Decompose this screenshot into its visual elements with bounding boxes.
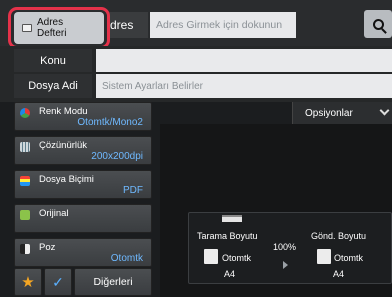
file-name-label: Dosya Adi [14,74,92,98]
send-size-mode: Otomtk [334,253,364,263]
subject-input[interactable] [96,49,392,73]
ratio-label: 100% [273,242,297,252]
address-book-label: Adres Defteri [37,17,67,39]
scan-size-mode: Otomtk [222,253,252,263]
file-name-input[interactable]: Sistem Ayarları Belirler [96,74,392,98]
resolution-button[interactable]: Çözünürlük 200x200dpi [14,136,152,165]
check-icon: ✓ [52,274,64,290]
star-icon: ★ [21,273,35,291]
color-mode-button[interactable]: Renk Modu Otomtk/Mono2 [14,102,152,131]
favorites-button[interactable]: ★ [14,268,42,296]
send-document-icon [317,249,331,264]
original-button[interactable]: Orijinal [14,204,152,233]
color-mode-icon [20,108,30,118]
check-button[interactable]: ✓ [44,268,72,296]
arrow-right-icon [283,261,288,269]
address-input[interactable]: Adres Girmek için dokunun [150,12,296,38]
search-button[interactable] [364,10,392,38]
address-book-button[interactable]: Adres Defteri [14,12,104,44]
address-tab-label: dres [110,18,134,32]
send-size-label: Gönd. Boyutu [311,231,367,241]
options-button[interactable]: Opsiyonlar [292,102,392,124]
exposure-button[interactable]: Poz Otomtk [14,238,152,267]
others-button[interactable]: Diğerleri [74,268,152,296]
file-format-button[interactable]: Dosya Biçimi PDF [14,170,152,199]
scanner-icon [222,215,242,222]
subject-label: Konu [14,49,92,73]
resolution-icon [20,142,30,152]
file-format-icon [20,176,30,186]
scan-size-card[interactable]: Tarama Boyutu Otomtk A4 100% Gönd. Boyut… [188,212,392,284]
chevron-down-icon [379,105,390,116]
original-icon [20,210,30,220]
search-icon [372,18,384,30]
send-size-paper: A4 [333,269,345,279]
scan-size-label: Tarama Boyutu [197,231,258,241]
address-tab[interactable]: dres [108,12,148,38]
scan-size-paper: A4 [224,269,236,279]
address-book-icon [22,24,32,32]
exposure-icon [20,244,30,254]
scan-document-icon [204,249,218,264]
settings-panel: Renk Modu Otomtk/Mono2 Çözünürlük 200x20… [14,102,152,272]
